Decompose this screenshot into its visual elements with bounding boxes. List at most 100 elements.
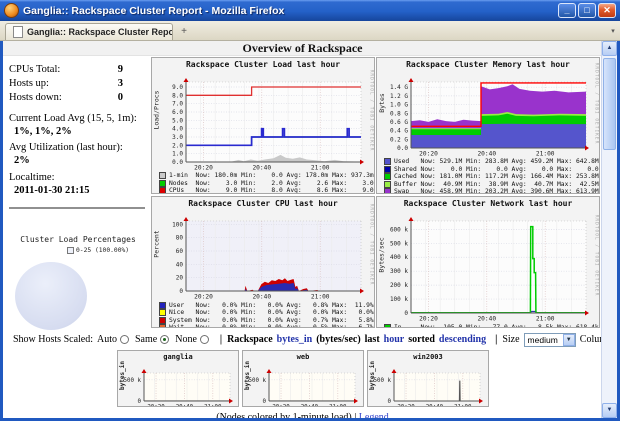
scrollbar-thumb[interactable] bbox=[603, 58, 616, 150]
legend-text: Shared Now: 0.0 Min: 0.0 Avg: 0.0 Max: 0… bbox=[394, 165, 599, 173]
chart-legend-row: In Now: 105.0 Min: 77.0 Avg: 8.5k Max: 6… bbox=[384, 323, 599, 328]
svg-text:8.0: 8.0 bbox=[172, 92, 183, 99]
svg-text:21:00: 21:00 bbox=[536, 316, 555, 323]
chart-legend-row: Buffer Now: 40.9M Min: 38.9M Avg: 40.7M … bbox=[384, 180, 599, 189]
minimize-button[interactable]: _ bbox=[558, 3, 576, 18]
sort-order-link[interactable]: descending bbox=[439, 334, 486, 345]
host-win2003-chart[interactable]: win2003bytes_in0500 k20:2020:4021:00 bbox=[367, 349, 489, 407]
legend-swatch bbox=[159, 301, 166, 309]
svg-text:0: 0 bbox=[179, 288, 183, 295]
stat-value: 9 bbox=[117, 64, 123, 75]
cluster-cpu-legend: User Now: 0.0% Min: 0.0% Avg: 0.8% Max: … bbox=[152, 300, 374, 328]
load-avg-label: Current Load Avg (15, 5, 1m): bbox=[9, 113, 137, 124]
svg-text:20:20: 20:20 bbox=[194, 165, 213, 172]
svg-text:20:20: 20:20 bbox=[397, 404, 415, 407]
host-win2003-plot: 0500 k20:2020:4021:00 bbox=[374, 368, 483, 407]
rrdtool-watermark: RRDTOOL / TOBI OETIKER bbox=[593, 214, 599, 297]
cluster-memory-chart[interactable]: Rackspace Cluster Memory last hour Bytes R… bbox=[376, 57, 600, 194]
stat-label: Hosts down: bbox=[9, 92, 62, 103]
svg-text:0: 0 bbox=[138, 399, 142, 405]
tab-ganglia-report[interactable]: Ganglia:: Rackspace Cluster Report bbox=[5, 23, 173, 40]
cluster-summary-sidebar: CPUs Total: 9 Hosts up: 3 Hosts down: 0 … bbox=[3, 56, 149, 330]
metric-units: (bytes/sec) bbox=[316, 334, 361, 346]
cluster-charts-grid: Rackspace Cluster Load last hour Load/Pro… bbox=[149, 56, 600, 330]
svg-text:21:00: 21:00 bbox=[311, 294, 330, 301]
svg-text:20:20: 20:20 bbox=[147, 404, 165, 407]
legend-text: Nice Now: 0.0% Min: 0.0% Avg: 0.0% Max: … bbox=[169, 309, 374, 317]
svg-text:20:20: 20:20 bbox=[194, 294, 213, 301]
pie-legend-swatch bbox=[67, 246, 74, 254]
chart-legend-row: Nice Now: 0.0% Min: 0.0% Avg: 0.0% Max: … bbox=[159, 309, 374, 317]
legend-swatch bbox=[159, 309, 166, 317]
range-link[interactable]: hour bbox=[384, 334, 405, 345]
cluster-network-plot: 0 100 k 200 k 300 k 400 k 500 k 600 k 20:20 20:4… bbox=[390, 217, 589, 323]
cluster-network-chart[interactable]: Rackspace Cluster Network last hour Bytes… bbox=[376, 196, 600, 329]
legend-text: 1-min Now: 180.0m Min: 0.0 Avg: 178.0m M… bbox=[169, 172, 374, 180]
scrollbar-down-button[interactable]: ▼ bbox=[602, 403, 617, 418]
stat-cpus-total: CPUs Total: 9 bbox=[9, 64, 123, 75]
legend-text: Cached Now: 181.0M Min: 117.2M Avg: 166.… bbox=[394, 173, 599, 181]
legend-swatch bbox=[384, 323, 391, 328]
localtime-value: 2011-01-30 21:15 bbox=[14, 184, 90, 196]
svg-text:600 k: 600 k bbox=[390, 227, 408, 234]
legend-swatch bbox=[159, 172, 166, 180]
separator: | bbox=[495, 334, 498, 346]
cluster-cpu-chart-title: Rackspace Cluster CPU last hour bbox=[188, 199, 338, 209]
cluster-load-pie-chart[interactable] bbox=[15, 261, 87, 330]
scrollbar-up-button[interactable]: ▲ bbox=[602, 41, 617, 56]
radio-same[interactable] bbox=[160, 335, 170, 345]
metric-link[interactable]: bytes_in bbox=[277, 334, 313, 345]
svg-text:3.0: 3.0 bbox=[172, 134, 183, 141]
radio-option-none-label: None bbox=[175, 334, 197, 346]
svg-text:40: 40 bbox=[176, 262, 184, 269]
list-tabs-button[interactable]: ▾ bbox=[606, 25, 620, 38]
host-ganglia-y-axis-label: bytes_in bbox=[119, 361, 126, 391]
svg-text:5.0: 5.0 bbox=[172, 117, 183, 124]
host-web-chart[interactable]: webbytes_in0500 k20:2020:4021:00 bbox=[242, 349, 364, 407]
maximize-button[interactable]: □ bbox=[578, 3, 596, 18]
host-ganglia-chart[interactable]: gangliabytes_in0500 k20:2020:4021:00 bbox=[117, 349, 239, 407]
page-icon bbox=[13, 26, 23, 38]
svg-text:21:00: 21:00 bbox=[454, 404, 472, 407]
cluster-cpu-chart[interactable]: Rackspace Cluster CPU last hour Percent RR… bbox=[151, 196, 375, 329]
utilization-value: 2% bbox=[14, 155, 30, 167]
svg-text:0.8 G: 0.8 G bbox=[390, 110, 408, 117]
footer-note: (Nodes colored by 1-minute load) | bbox=[216, 411, 357, 418]
browser-content: Overview of Rackspace CPUs Total: 9 Host… bbox=[0, 41, 620, 421]
svg-text:1.0: 1.0 bbox=[172, 151, 183, 158]
radio-none[interactable] bbox=[199, 335, 209, 345]
svg-text:9.0: 9.0 bbox=[172, 84, 183, 91]
chart-legend-row: Cached Now: 181.0M Min: 117.2M Avg: 166.… bbox=[384, 173, 599, 181]
stat-hosts-up: Hosts up: 3 bbox=[9, 78, 123, 89]
chart-legend-row: Nodes Now: 3.0 Min: 2.0 Avg: 2.6 Max: 3.… bbox=[159, 179, 374, 188]
chevron-down-icon: ▼ bbox=[562, 333, 575, 346]
svg-text:0.0: 0.0 bbox=[397, 145, 408, 152]
svg-text:0.2 G: 0.2 G bbox=[390, 136, 408, 143]
svg-text:1.0 G: 1.0 G bbox=[390, 102, 408, 109]
firefox-icon bbox=[4, 3, 19, 18]
pie-chart-title: Cluster Load Percentages bbox=[20, 234, 136, 244]
new-tab-button[interactable]: + bbox=[175, 25, 193, 39]
separator: | bbox=[219, 334, 223, 346]
legend-swatch bbox=[159, 324, 166, 328]
legend-swatch bbox=[159, 187, 166, 193]
legend-text: Nodes Now: 3.0 Min: 2.0 Avg: 2.6 Max: 3.… bbox=[169, 179, 374, 187]
svg-text:20:40: 20:40 bbox=[477, 316, 496, 323]
window-titlebar[interactable]: Ganglia:: Rackspace Cluster Report - Moz… bbox=[0, 0, 620, 21]
legend-link[interactable]: Legend bbox=[359, 412, 389, 418]
cluster-load-chart[interactable]: Rackspace Cluster Load last hour Load/Pro… bbox=[151, 57, 375, 194]
host-web-plot: 0500 k20:2020:4021:00 bbox=[249, 368, 358, 406]
localtime-block: Localtime: 2011-01-30 21:15 bbox=[9, 171, 147, 197]
page-footer: (Nodes colored by 1-minute load) | Legen… bbox=[3, 412, 602, 418]
svg-text:0.6 G: 0.6 G bbox=[390, 119, 408, 126]
close-button[interactable]: ✕ bbox=[598, 3, 616, 18]
chart-legend-row: Wait Now: 0.0% Min: 0.0% Avg: 0.5% Max: … bbox=[159, 324, 374, 328]
svg-text:7.0: 7.0 bbox=[172, 101, 183, 108]
chart-legend-row: Swap Now: 458.9M Min: 203.2M Avg: 390.6M… bbox=[384, 188, 599, 193]
host-ganglia-chart-title: ganglia bbox=[163, 352, 193, 361]
svg-text:21:00: 21:00 bbox=[536, 151, 555, 158]
radio-auto[interactable] bbox=[120, 335, 129, 345]
window-title: Ganglia:: Rackspace Cluster Report - Moz… bbox=[23, 4, 285, 17]
size-select[interactable]: medium ▼ bbox=[523, 332, 576, 347]
vertical-scrollbar[interactable]: ▲ ▼ bbox=[601, 41, 617, 418]
